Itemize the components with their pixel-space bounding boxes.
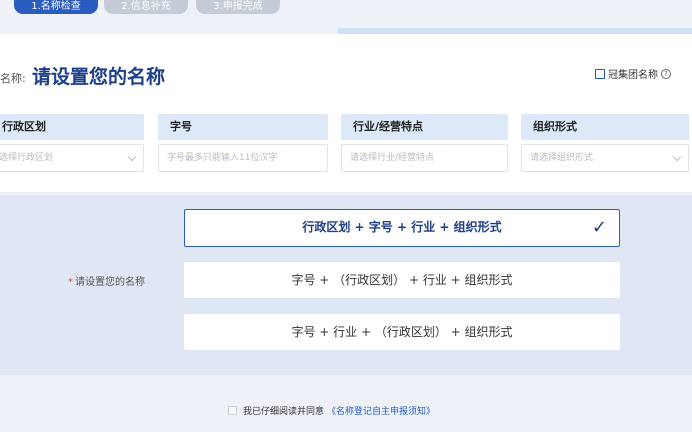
field-org-form: 组织形式 请选择组织形式 — [521, 114, 689, 174]
name-option-3-text: 字号 + 行业 + （行政区划） + 组织形式 — [291, 325, 513, 339]
help-icon[interactable]: ? — [661, 68, 671, 79]
name-fields: 行政区划 选择行政区划 字号 字号最多只能输入11位汉字 行业/经营特点 请选择… — [0, 106, 692, 192]
field-trade-name: 字号 字号最多只能输入11位汉字 — [158, 114, 328, 174]
step-bar: 1.名称检查 2.信息补充 3.申报完成 — [0, 0, 692, 28]
field-industry: 行业/经营特点 请选择行业/经营特点 — [341, 114, 508, 174]
chevron-down-icon — [127, 152, 137, 162]
step-info-supplement: 2.信息补充 — [104, 0, 188, 14]
page-title: 请设置您的名称 — [32, 66, 166, 88]
trade-name-placeholder: 字号最多只能输入11位汉字 — [167, 153, 278, 163]
industry-placeholder: 请选择行业/经营特点 — [350, 153, 435, 163]
agreement-section: 我已仔细阅读并同意 《名称登记自主申报须知》 — [0, 375, 692, 432]
industry-input[interactable]: 请选择行业/经营特点 — [341, 144, 508, 172]
name-option-2[interactable]: 字号 + （行政区划） + 行业 + 组织形式 — [184, 262, 620, 298]
agreement-link[interactable]: 《名称登记自主申报须知》 — [327, 404, 435, 417]
name-structure-label: * 请设置您的名称 — [68, 277, 145, 288]
agreement-text: 我已仔细阅读并同意 — [243, 407, 325, 417]
name-structure-options: * 请设置您的名称 行政区划 + 字号 + 行业 + 组织形式 ✓ 字号 + （行… — [0, 195, 692, 375]
name-header: 名称: 请设置您的名称 冠集团名称 ? — [0, 34, 692, 106]
name-option-2-text: 字号 + （行政区划） + 行业 + 组织形式 — [291, 273, 513, 287]
region-select[interactable]: 选择行政区划 — [0, 144, 144, 172]
region-placeholder: 选择行政区划 — [0, 153, 54, 163]
name-option-1[interactable]: 行政区划 + 字号 + 行业 + 组织形式 ✓ — [184, 209, 620, 247]
name-prefix-label: 名称: — [0, 72, 26, 85]
group-name-label: 冠集团名称 — [608, 70, 658, 81]
field-region-label: 行政区划 — [0, 114, 144, 140]
agreement-row: 我已仔细阅读并同意 《名称登记自主申报须知》 — [228, 404, 435, 417]
group-name-option[interactable]: 冠集团名称 ? — [595, 66, 671, 81]
org-form-placeholder: 请选择组织形式 — [530, 153, 594, 163]
field-trade-name-label: 字号 — [158, 114, 328, 140]
step-name-check[interactable]: 1.名称检查 — [14, 0, 98, 14]
agreement-checkbox[interactable] — [228, 406, 237, 415]
field-industry-label: 行业/经营特点 — [341, 114, 508, 140]
required-marker: * — [68, 277, 73, 288]
step-declaration-complete: 3.申报完成 — [196, 0, 280, 14]
group-name-checkbox[interactable] — [595, 68, 605, 79]
name-option-1-text: 行政区划 + 字号 + 行业 + 组织形式 — [302, 220, 502, 234]
field-region: 行政区划 选择行政区划 — [0, 114, 144, 174]
check-icon: ✓ — [591, 217, 607, 238]
trade-name-input[interactable]: 字号最多只能输入11位汉字 — [158, 144, 328, 172]
org-form-select[interactable]: 请选择组织形式 — [521, 144, 689, 172]
chevron-down-icon — [672, 152, 682, 162]
field-org-form-label: 组织形式 — [521, 114, 689, 140]
name-option-3[interactable]: 字号 + 行业 + （行政区划） + 组织形式 — [184, 314, 620, 350]
